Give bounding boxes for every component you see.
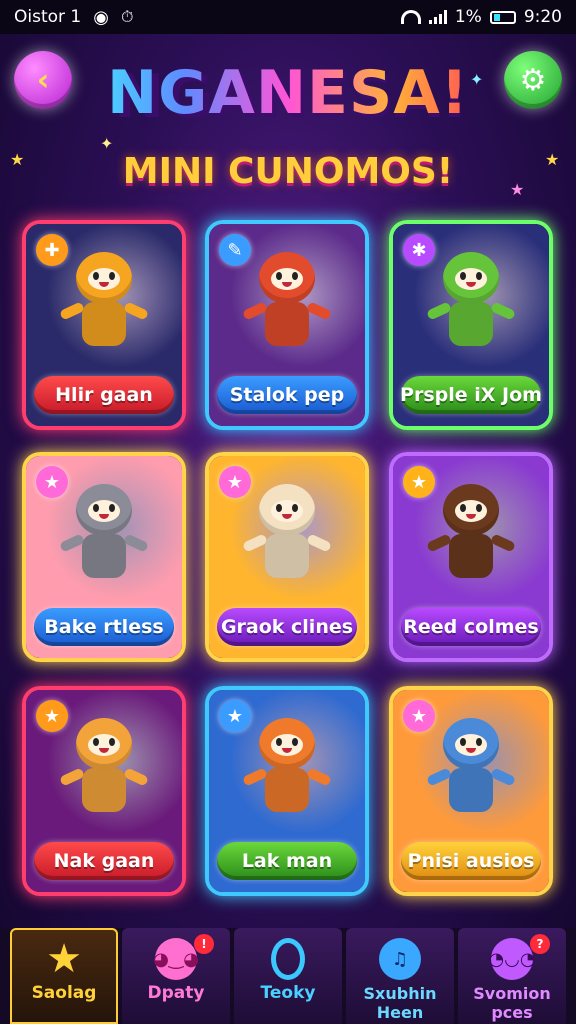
page-title: NGANESA!: [80, 58, 496, 128]
music-blob-icon: ♫: [379, 938, 421, 980]
clock: 9:20: [523, 7, 562, 27]
nav-item-saolag[interactable]: ★ Saolag: [10, 928, 118, 1024]
game-card[interactable]: ✚ Hlir gaan: [22, 220, 186, 430]
nav-item-teoky[interactable]: Teoky: [234, 928, 342, 1024]
carrier-label: Oistor 1: [14, 7, 82, 27]
character-illustration: [54, 246, 154, 366]
sparkle-icon: ★: [10, 150, 25, 169]
card-badge-icon: ✚: [36, 234, 68, 266]
character-illustration: [237, 246, 337, 366]
sparkle-icon: ★: [510, 180, 525, 199]
card-badge-icon: ★: [36, 700, 68, 732]
character-illustration: [54, 478, 154, 598]
monster-face-icon: ◔◡◔: [488, 938, 536, 980]
nav-label: Svomion pces: [473, 984, 551, 1022]
game-card[interactable]: ★ Reed colmes: [389, 452, 553, 662]
game-card[interactable]: ★ Nak gaan: [22, 686, 186, 896]
character-illustration: [54, 712, 154, 832]
game-card[interactable]: ★ Pnisi ausios: [389, 686, 553, 896]
nav-label: Saolag: [31, 983, 97, 1003]
alarm-icon: ⏱: [120, 7, 134, 26]
card-label: Graok clines: [217, 608, 357, 646]
card-badge-icon: ★: [403, 466, 435, 498]
nav-item-sxubhin-heen[interactable]: ♫ Sxubhin Heen: [346, 928, 454, 1024]
card-badge-icon: ✎: [219, 234, 251, 266]
card-badge-icon: ★: [36, 466, 68, 498]
notification-badge: !: [194, 934, 214, 954]
nav-label: Teoky: [260, 983, 316, 1003]
card-label: Stalok pep: [217, 376, 357, 414]
page-subtitle: MINI CUNOMOS!: [122, 151, 454, 192]
character-illustration: [237, 712, 337, 832]
card-label: Pnisi ausios: [401, 842, 541, 880]
card-badge-icon: ✱: [403, 234, 435, 266]
star-icon: ★: [46, 936, 82, 982]
sparkle-icon: ★: [545, 150, 560, 169]
eye-icon: ◉: [93, 6, 109, 28]
ring-icon: [271, 938, 305, 980]
game-card[interactable]: ★ Lak man: [205, 686, 369, 896]
card-label: Bake rtless: [34, 608, 174, 646]
nav-item-dpaty[interactable]: ◕‿◕ Dpaty !: [122, 928, 230, 1024]
battery-percent: 1%: [454, 7, 482, 27]
character-illustration: [421, 712, 521, 832]
character-illustration: [421, 246, 521, 366]
nav-item-svomion-pces[interactable]: ◔◡◔ Svomion pces ?: [458, 928, 566, 1024]
card-label: Nak gaan: [34, 842, 174, 880]
status-bar: Oistor 1 ◉ ⏱ 1% 9:20: [0, 0, 576, 34]
card-badge-icon: ★: [403, 700, 435, 732]
bottom-nav: ★ Saolag ◕‿◕ Dpaty ! Teoky ♫ Sxubhin Hee…: [0, 928, 576, 1024]
card-label: Hlir gaan: [34, 376, 174, 414]
nav-label: Sxubhin Heen: [363, 984, 437, 1022]
game-card[interactable]: ★ Graok clines: [205, 452, 369, 662]
card-label: Reed colmes: [401, 608, 541, 646]
character-illustration: [237, 478, 337, 598]
back-button[interactable]: ‹: [14, 51, 72, 109]
settings-button[interactable]: ⚙: [504, 51, 562, 109]
card-badge-icon: ★: [219, 466, 251, 498]
game-card[interactable]: ✎ Stalok pep: [205, 220, 369, 430]
notification-badge: ?: [530, 934, 550, 954]
chevron-left-icon: ‹: [36, 62, 50, 98]
game-card[interactable]: ✱ Prsple iX Jom: [389, 220, 553, 430]
pig-face-icon: ◕‿◕: [153, 938, 199, 980]
card-label: Lak man: [217, 842, 357, 880]
nav-label: Dpaty: [147, 983, 205, 1003]
signal-icon: [428, 10, 447, 24]
card-badge-icon: ★: [219, 700, 251, 732]
battery-icon: [489, 10, 516, 24]
wifi-icon: [400, 10, 421, 24]
character-illustration: [421, 478, 521, 598]
gear-icon: ⚙: [519, 62, 547, 98]
card-label: Prsple iX Jom: [400, 376, 542, 414]
game-card[interactable]: ★ Bake rtless: [22, 452, 186, 662]
